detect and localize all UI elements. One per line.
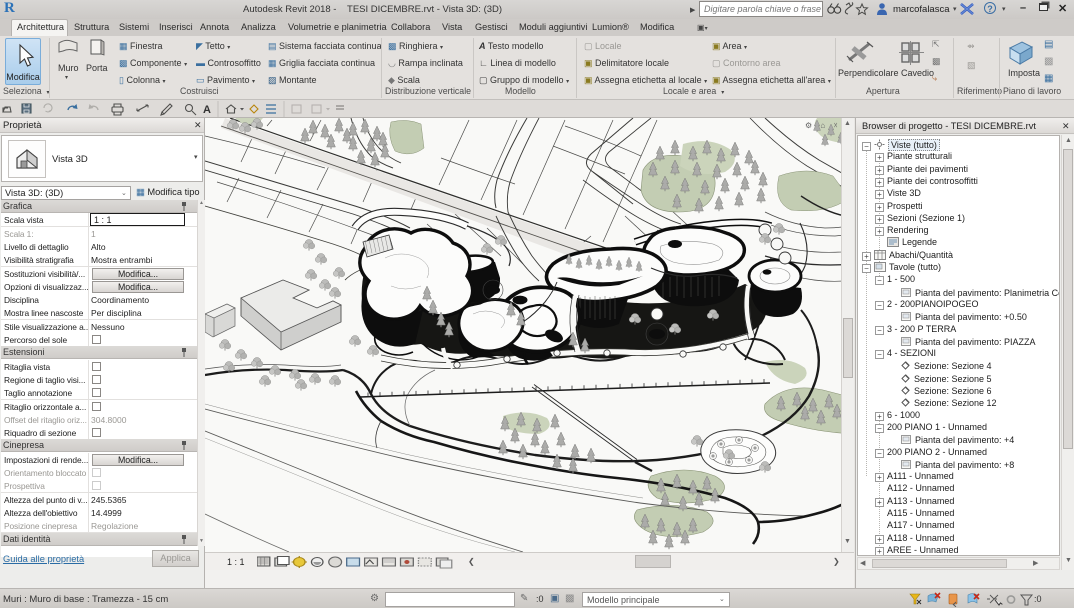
svg-text:A: A xyxy=(203,104,211,116)
